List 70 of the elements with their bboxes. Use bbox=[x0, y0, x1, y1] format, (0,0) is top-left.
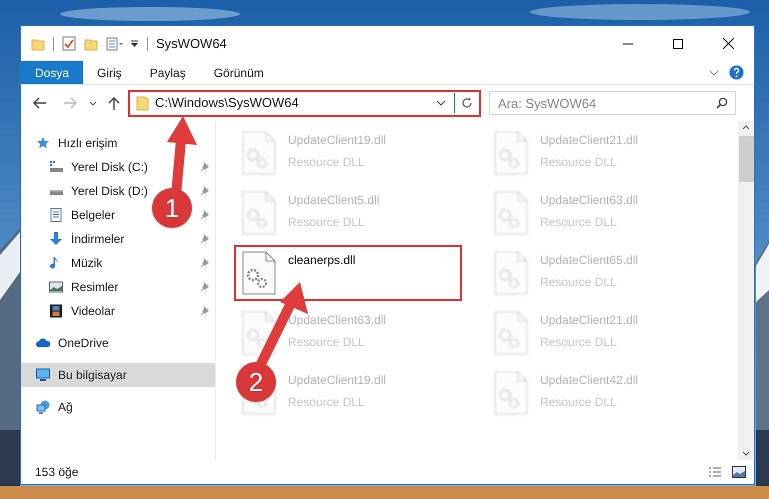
search-field[interactable]: Ara: SysWOW64 bbox=[489, 91, 736, 115]
dropdown-icon[interactable] bbox=[130, 39, 139, 48]
thumbnail-view-icon[interactable] bbox=[732, 466, 746, 478]
drive-icon bbox=[49, 160, 63, 174]
scroll-thumb[interactable] bbox=[738, 136, 754, 182]
address-bar[interactable]: C:\Windows\SysWOW64 bbox=[128, 90, 481, 116]
sidebar-item[interactable]: Hızlı erişim bbox=[21, 131, 118, 155]
ribbon-tab[interactable]: Giriş bbox=[83, 61, 136, 84]
sidebar-item[interactable]: Yerel Disk (C:) bbox=[21, 155, 148, 179]
ribbon-tab[interactable]: Paylaş bbox=[136, 61, 200, 84]
scrollbar[interactable] bbox=[738, 121, 754, 460]
recent-dropdown-icon[interactable] bbox=[89, 100, 97, 106]
sidebar-item[interactable]: Videolar bbox=[21, 299, 115, 323]
network-icon bbox=[36, 400, 50, 414]
sidebar-label: Hızlı erişim bbox=[58, 135, 118, 152]
ribbon-tab[interactable]: Görünüm bbox=[200, 61, 278, 84]
scroll-down-icon[interactable] bbox=[742, 451, 750, 456]
file-name: UpdateClient63.dll bbox=[288, 312, 386, 329]
file-name: UpdateClient65.dll bbox=[540, 252, 638, 269]
film-icon bbox=[49, 304, 63, 318]
chevron-down-icon[interactable] bbox=[436, 100, 446, 106]
file-name: UpdateClient63.dll bbox=[540, 192, 638, 209]
checklist-icon[interactable] bbox=[62, 36, 76, 51]
sidebar-item[interactable]: Yerel Disk (D:) bbox=[21, 179, 148, 203]
sidebar-item[interactable]: Müzik bbox=[21, 251, 102, 275]
monitor-icon bbox=[36, 368, 50, 382]
file-name: UpdateClient42.dll bbox=[540, 372, 638, 389]
back-arrow-icon[interactable] bbox=[33, 97, 47, 109]
file-name: UpdateClient21.dll bbox=[540, 132, 638, 149]
sidebar-item[interactable]: Resimler bbox=[21, 275, 118, 299]
picture-frame-icon bbox=[49, 280, 63, 294]
sidebar-label: Resimler bbox=[71, 279, 118, 296]
file-name: UpdateClient5.dll bbox=[288, 192, 380, 209]
sidebar-item[interactable]: OneDrive bbox=[21, 331, 109, 355]
sidebar-label: Videolar bbox=[71, 303, 115, 320]
sidebar-label: İndirmeler bbox=[71, 231, 124, 248]
file-name: UpdateClient19.dll bbox=[288, 372, 386, 389]
maximize-icon[interactable] bbox=[673, 38, 683, 48]
sidebar-item[interactable]: İndirmeler bbox=[21, 227, 124, 251]
ribbon-tab[interactable]: Dosya bbox=[21, 61, 84, 84]
sidebar-label: OneDrive bbox=[58, 335, 109, 352]
document-icon bbox=[49, 208, 63, 222]
sidebar-item[interactable]: Ağ bbox=[21, 395, 73, 419]
sidebar-label: Müzik bbox=[71, 255, 102, 272]
file-name: UpdateClient19.dll bbox=[288, 132, 386, 149]
sidebar-item[interactable]: Belgeler bbox=[21, 203, 116, 227]
sidebar-label: Ağ bbox=[58, 399, 73, 416]
item-count: 153 öğe bbox=[35, 464, 78, 481]
refresh-icon[interactable] bbox=[461, 97, 473, 109]
close-icon[interactable] bbox=[723, 38, 734, 49]
window-title: SysWOW64 bbox=[156, 34, 227, 53]
sidebar-label: Belgeler bbox=[71, 207, 116, 224]
properties-icon[interactable] bbox=[106, 36, 124, 50]
address-path: C:\Windows\SysWOW64 bbox=[155, 94, 300, 112]
sidebar-label: Yerel Disk (D:) bbox=[71, 183, 148, 200]
file-name: cleanerps.dll bbox=[288, 252, 356, 269]
star-icon bbox=[36, 136, 50, 150]
scroll-up-icon[interactable] bbox=[742, 125, 750, 130]
file-name: UpdateClient21.dll bbox=[540, 312, 638, 329]
search-icon bbox=[716, 97, 728, 109]
sidebar-label: Bu bilgisayar bbox=[58, 367, 127, 384]
sidebar-item[interactable]: Bu bilgisayar bbox=[21, 363, 215, 387]
details-view-icon[interactable] bbox=[708, 466, 722, 478]
folder-icon bbox=[136, 96, 149, 110]
cloud-icon bbox=[36, 336, 50, 350]
sidebar-label: Yerel Disk (C:) bbox=[71, 159, 148, 176]
help-icon[interactable] bbox=[729, 65, 744, 80]
file-item[interactable]: cleanerps.dll bbox=[234, 245, 462, 301]
up-arrow-icon[interactable] bbox=[108, 96, 120, 110]
download-arrow-icon bbox=[49, 232, 63, 246]
